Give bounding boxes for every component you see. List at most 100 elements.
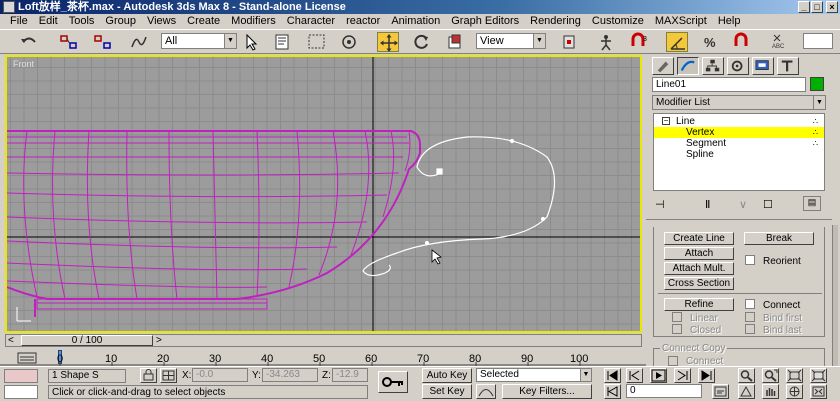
collapse-icon[interactable]: − bbox=[662, 117, 670, 125]
zoom-icon[interactable] bbox=[738, 368, 755, 383]
time-slider-next-button[interactable]: > bbox=[156, 335, 162, 346]
named-selection-sets-field[interactable] bbox=[803, 33, 833, 49]
hierarchy-tab-icon[interactable] bbox=[702, 57, 724, 75]
front-viewport[interactable]: Front bbox=[5, 55, 642, 333]
maximize-button[interactable]: □ bbox=[811, 1, 823, 13]
zoom-all-icon[interactable] bbox=[762, 368, 779, 383]
go-to-end-icon[interactable] bbox=[698, 368, 715, 383]
auto-key-button[interactable]: Auto Key bbox=[422, 368, 472, 383]
absolute-mode-icon[interactable] bbox=[160, 368, 177, 383]
stack-item-segment[interactable]: Segment ∴ bbox=[654, 138, 824, 149]
menu-character[interactable]: Character bbox=[282, 14, 341, 29]
select-and-rotate-icon[interactable] bbox=[410, 32, 432, 52]
maxscript-listener-mini[interactable] bbox=[4, 369, 38, 383]
motion-tab-icon[interactable] bbox=[727, 57, 749, 75]
next-frame-icon[interactable] bbox=[674, 368, 691, 383]
previous-frame-icon[interactable] bbox=[626, 368, 643, 383]
select-and-move-icon[interactable] bbox=[377, 32, 399, 52]
lock-selection-icon[interactable] bbox=[140, 368, 157, 383]
reference-coordinate-dropdown[interactable]: View ▼ bbox=[476, 33, 546, 49]
select-and-scale-icon[interactable] bbox=[445, 32, 467, 52]
create-tab-icon[interactable] bbox=[652, 57, 674, 75]
attach-button[interactable]: Attach bbox=[664, 247, 734, 260]
y-coordinate-field[interactable]: -34.263 bbox=[262, 368, 318, 382]
break-button[interactable]: Break bbox=[744, 232, 814, 245]
display-tab-icon[interactable] bbox=[752, 57, 774, 75]
utilities-tab-icon[interactable] bbox=[777, 57, 799, 75]
select-and-link-icon[interactable] bbox=[58, 32, 80, 52]
reorient-checkbox[interactable] bbox=[745, 255, 755, 265]
go-to-start-icon[interactable] bbox=[604, 368, 621, 383]
create-line-button[interactable]: Create Line bbox=[664, 232, 734, 245]
trackbar[interactable]: 0 10 20 30 40 50 60 70 80 90 100 bbox=[0, 348, 646, 366]
attach-mult-button[interactable]: Attach Mult. bbox=[664, 262, 734, 275]
key-filters-button[interactable]: Key Filters... bbox=[502, 384, 592, 399]
menu-file[interactable]: File bbox=[0, 14, 34, 29]
stack-item-line[interactable]: − Line ∴ bbox=[654, 116, 824, 127]
object-name-field[interactable]: Line01 bbox=[652, 77, 806, 92]
set-key-button[interactable]: Set Key bbox=[422, 384, 472, 399]
maxscript-output-mini[interactable] bbox=[4, 385, 38, 399]
time-slider-prev-button[interactable]: < bbox=[8, 335, 14, 346]
menu-maxscript[interactable]: MAXScript bbox=[650, 14, 713, 29]
menu-reactor[interactable]: reactor bbox=[341, 14, 386, 29]
menu-tools[interactable]: Tools bbox=[64, 14, 101, 29]
modifier-list-dropdown[interactable]: Modifier List ▼ bbox=[652, 95, 826, 110]
menu-group[interactable]: Group bbox=[100, 14, 142, 29]
percent-snap-icon[interactable]: % bbox=[700, 32, 722, 52]
time-configuration-icon[interactable] bbox=[712, 384, 729, 399]
time-slider[interactable]: < 0 / 100 > bbox=[5, 334, 642, 347]
menu-animation[interactable]: Animation bbox=[386, 14, 446, 29]
cross-section-button[interactable]: Cross Section bbox=[664, 277, 734, 290]
set-key-icon[interactable] bbox=[378, 371, 408, 393]
snaps-toggle-icon[interactable]: 3 bbox=[628, 32, 650, 52]
zoom-extents-all-icon[interactable] bbox=[810, 368, 827, 383]
menu-edit[interactable]: Edit bbox=[34, 14, 64, 29]
rectangular-selection-region-icon[interactable] bbox=[306, 32, 328, 52]
menu-help[interactable]: Help bbox=[713, 14, 747, 29]
bind-first-checkbox[interactable] bbox=[745, 312, 755, 322]
make-unique-icon[interactable]: ∨ bbox=[739, 198, 747, 211]
refine-button[interactable]: Refine bbox=[664, 298, 734, 311]
angle-snap-toggle-icon[interactable] bbox=[666, 32, 688, 52]
stack-item-spline[interactable]: Spline bbox=[654, 149, 824, 160]
menu-modifiers[interactable]: Modifiers bbox=[226, 14, 282, 29]
remove-modifier-icon[interactable]: ☐ bbox=[763, 198, 773, 211]
linear-checkbox[interactable] bbox=[672, 312, 682, 322]
edit-named-selection-icon[interactable]: ABC bbox=[770, 32, 792, 52]
default-tangent-icon[interactable] bbox=[476, 384, 496, 399]
window-crossing-icon[interactable] bbox=[338, 32, 360, 52]
modify-tab-icon[interactable] bbox=[677, 57, 699, 75]
show-end-result-icon[interactable]: Ⅱ bbox=[705, 198, 710, 211]
connect-checkbox[interactable] bbox=[745, 299, 755, 309]
z-coordinate-field[interactable]: -12.9 bbox=[332, 368, 368, 382]
maximize-viewport-icon[interactable] bbox=[810, 384, 827, 399]
app-icon[interactable] bbox=[3, 1, 15, 13]
spinner-snap-icon[interactable] bbox=[731, 32, 753, 52]
menu-views[interactable]: Views bbox=[142, 14, 182, 29]
key-mode-dropdown[interactable]: Selected ▼ bbox=[476, 368, 592, 382]
arc-rotate-icon[interactable] bbox=[786, 384, 803, 399]
configure-modifier-sets-icon[interactable]: ▤ bbox=[803, 196, 821, 211]
menu-create[interactable]: Create bbox=[182, 14, 226, 29]
play-icon[interactable] bbox=[650, 368, 667, 383]
key-mode-toggle-icon[interactable] bbox=[604, 384, 621, 399]
pivot-center-icon[interactable] bbox=[559, 32, 581, 52]
panel-scrollbar[interactable] bbox=[832, 225, 838, 370]
x-coordinate-field[interactable]: -0.0 bbox=[192, 368, 248, 382]
selection-filter-dropdown[interactable]: All ▼ bbox=[161, 33, 237, 49]
undo-icon[interactable] bbox=[18, 32, 40, 52]
pin-stack-icon[interactable]: ⊣ bbox=[655, 198, 665, 211]
menu-customize[interactable]: Customize bbox=[587, 14, 650, 29]
field-of-view-icon[interactable] bbox=[738, 384, 755, 399]
unlink-selection-icon[interactable] bbox=[92, 32, 114, 52]
current-frame-field[interactable]: 0 bbox=[626, 384, 702, 398]
time-slider-thumb[interactable]: 0 / 100 bbox=[21, 335, 153, 346]
select-object-icon[interactable] bbox=[240, 32, 262, 52]
pan-view-icon[interactable] bbox=[762, 384, 779, 399]
menu-rendering[interactable]: Rendering bbox=[525, 14, 587, 29]
close-button[interactable]: × bbox=[826, 1, 838, 13]
select-by-name-icon[interactable] bbox=[272, 32, 294, 52]
bind-last-checkbox[interactable] bbox=[745, 324, 755, 334]
menu-graph-editors[interactable]: Graph Editors bbox=[446, 14, 525, 29]
